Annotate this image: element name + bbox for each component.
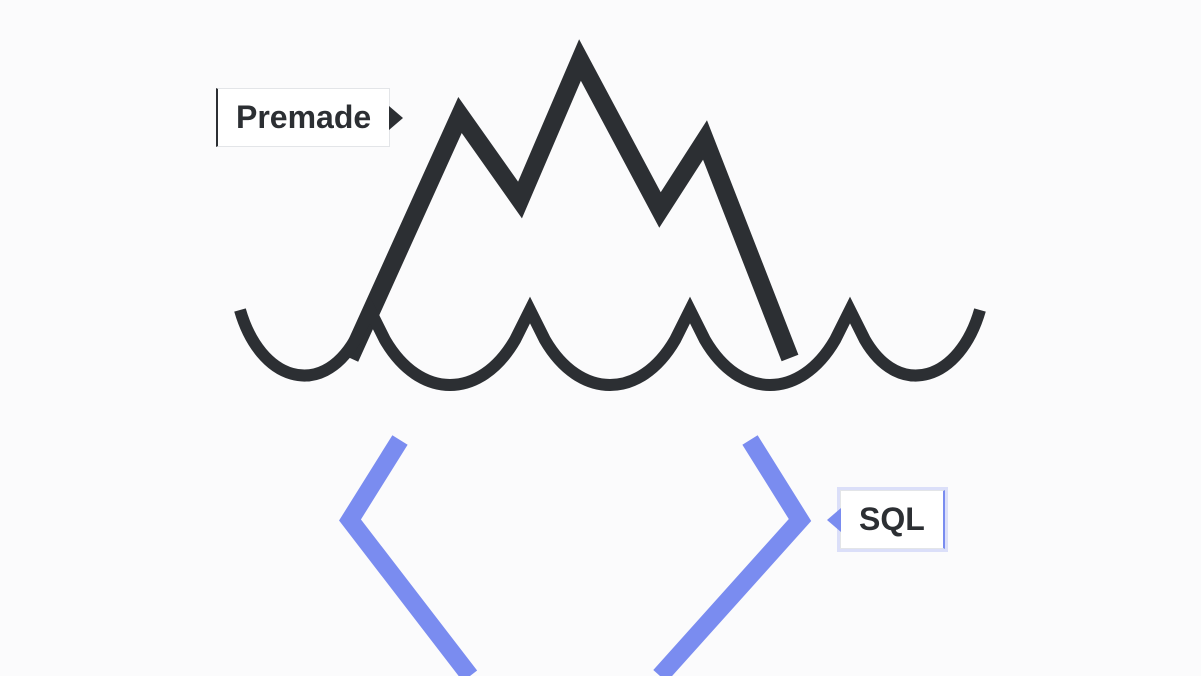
diagram-canvas — [0, 0, 1201, 676]
sql-label[interactable]: SQL — [840, 490, 945, 549]
sql-bracket-left-icon — [350, 440, 470, 676]
sql-bracket-right-icon — [660, 440, 800, 676]
waterline-icon — [240, 310, 980, 385]
premade-label-text: Premade — [236, 99, 371, 136]
sql-label-text: SQL — [859, 501, 925, 538]
premade-label: Premade — [216, 88, 390, 147]
iceberg-peaks-icon — [350, 60, 790, 358]
